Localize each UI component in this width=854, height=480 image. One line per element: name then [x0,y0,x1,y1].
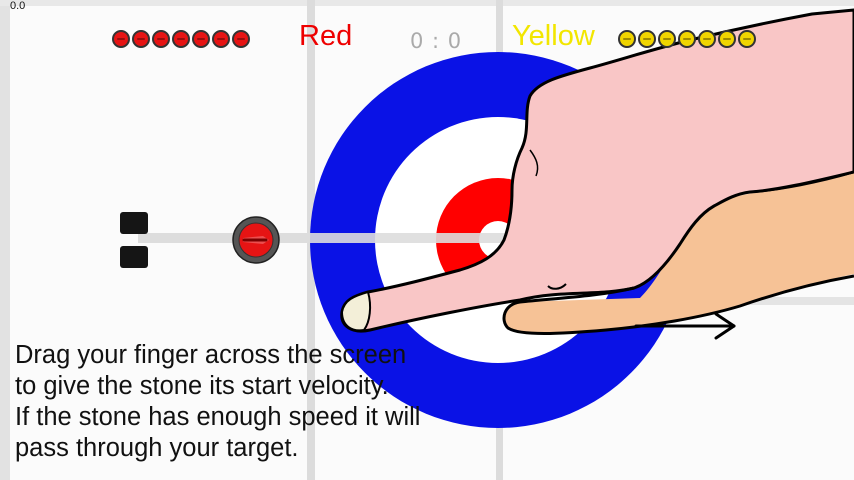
red-stone-indicator [152,30,170,48]
red-stones-remaining [112,30,250,52]
back-line-top [0,0,854,6]
yellow-stone-indicator [678,30,696,48]
red-stone-indicator [112,30,130,48]
tutorial-line: If the stone has enough speed it will [15,403,421,431]
yellow-stone-indicator [718,30,736,48]
red-stone-indicator [232,30,250,48]
red-stone-indicator [192,30,210,48]
red-team-label: Red [299,20,353,52]
tutorial-line: to give the stone its start velocity. [15,372,389,400]
tutorial-instructions: Drag your finger across the screen to gi… [15,340,505,464]
red-stone-in-play[interactable] [232,216,280,264]
red-stone-indicator [132,30,150,48]
yellow-stone-indicator [618,30,636,48]
yellow-team-label: Yellow [512,20,595,52]
score-display: 0 : 0 [410,29,463,53]
yellow-stone-indicator [738,30,756,48]
yellow-stone-indicator [658,30,676,48]
red-stone-indicator [212,30,230,48]
tutorial-line: pass through your target. [15,434,299,462]
yellow-stones-remaining [618,30,756,52]
red-stone-indicator [172,30,190,48]
side-line-left [0,0,10,480]
fps-counter: 0.0 [10,0,26,12]
yellow-stone-indicator [638,30,656,48]
tutorial-line: Drag your finger across the screen [15,341,407,369]
yellow-stone-indicator [698,30,716,48]
